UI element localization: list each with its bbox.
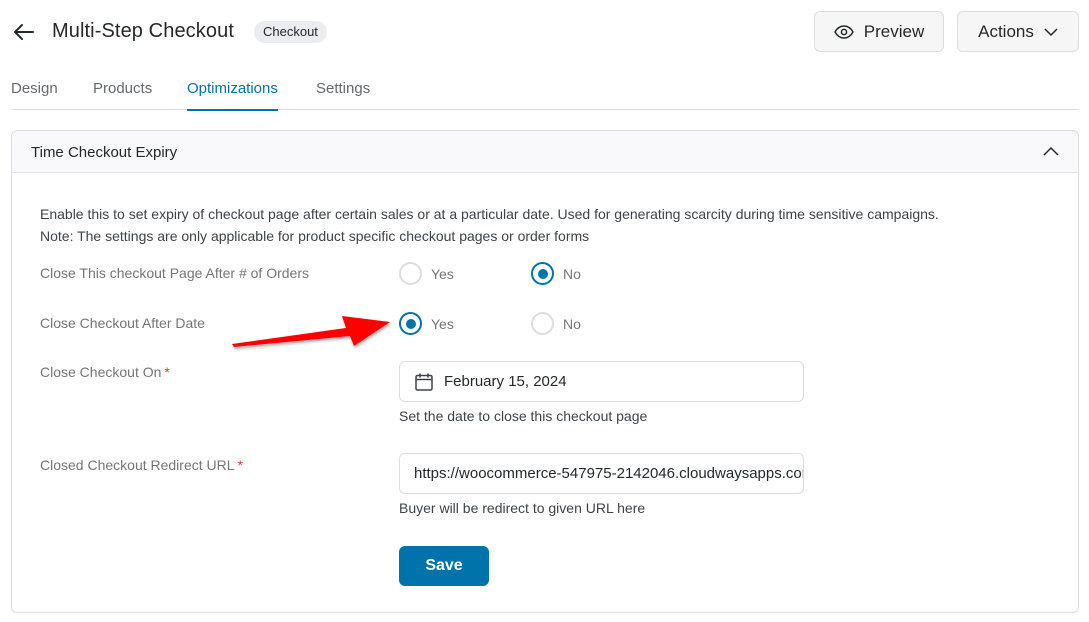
close-checkout-on-label: Close Checkout On *	[40, 364, 170, 380]
back-button[interactable]	[12, 20, 36, 44]
description-line-2: Note: The settings are only applicable f…	[40, 228, 590, 244]
panel-header[interactable]: Time Checkout Expiry	[12, 131, 1078, 173]
close-date-helper: Set the date to close this checkout page	[399, 408, 648, 424]
tab-optimizations[interactable]: Optimizations	[187, 80, 278, 111]
tab-bar: Design Products Optimizations Settings	[11, 70, 1079, 111]
required-mark: *	[164, 364, 170, 380]
save-button[interactable]: Save	[399, 546, 489, 586]
radio-circle[interactable]	[531, 312, 554, 335]
radio-label: No	[563, 315, 581, 332]
page-header: Multi-Step Checkout Checkout Preview Act…	[0, 0, 1089, 64]
tab-settings[interactable]: Settings	[316, 80, 370, 110]
tab-products[interactable]: Products	[93, 80, 152, 110]
panel-title: Time Checkout Expiry	[31, 144, 178, 161]
radio-label: Yes	[431, 315, 454, 332]
actions-button[interactable]: Actions	[957, 11, 1079, 52]
date-value: February 15, 2024	[444, 373, 567, 390]
required-mark: *	[237, 457, 243, 473]
radio-circle[interactable]	[399, 262, 422, 285]
redirect-url-input[interactable]: https://woocommerce-547975-2142046.cloud…	[399, 453, 804, 494]
close-after-date-label: Close Checkout After Date	[40, 315, 205, 331]
url-value: https://woocommerce-547975-2142046.cloud…	[414, 465, 804, 482]
chevron-up-icon[interactable]	[1042, 144, 1060, 158]
label-text: Closed Checkout Redirect URL	[40, 457, 235, 473]
radio-circle[interactable]	[531, 262, 554, 285]
actions-label: Actions	[978, 21, 1034, 41]
close-after-date-no-radio[interactable]: No	[531, 312, 581, 335]
eye-icon	[833, 24, 854, 39]
tab-design[interactable]: Design	[11, 80, 58, 110]
redirect-url-label: Closed Checkout Redirect URL *	[40, 457, 243, 473]
close-after-date-yes-radio[interactable]: Yes	[399, 312, 454, 335]
chevron-down-icon	[1044, 27, 1058, 36]
label-text: Close Checkout On	[40, 364, 162, 380]
panel-description: Enable this to set expiry of checkout pa…	[40, 203, 939, 247]
arrow-left-icon	[14, 24, 34, 40]
radio-label: No	[563, 265, 581, 282]
radio-circle[interactable]	[399, 312, 422, 335]
time-checkout-expiry-panel: Time Checkout Expiry Enable this to set …	[11, 130, 1079, 613]
close-date-input[interactable]: February 15, 2024	[399, 361, 804, 402]
close-after-orders-yes-radio[interactable]: Yes	[399, 262, 454, 285]
close-after-orders-no-radio[interactable]: No	[531, 262, 581, 285]
close-after-orders-label: Close This checkout Page After # of Orde…	[40, 265, 309, 281]
preview-label: Preview	[863, 21, 925, 41]
calendar-icon	[415, 373, 433, 391]
radio-label: Yes	[431, 265, 454, 282]
type-badge: Checkout	[254, 21, 327, 43]
description-line-1: Enable this to set expiry of checkout pa…	[40, 206, 939, 222]
page-title: Multi-Step Checkout	[52, 20, 234, 42]
redirect-url-helper: Buyer will be redirect to given URL here	[399, 500, 646, 516]
preview-button[interactable]: Preview	[814, 11, 944, 52]
